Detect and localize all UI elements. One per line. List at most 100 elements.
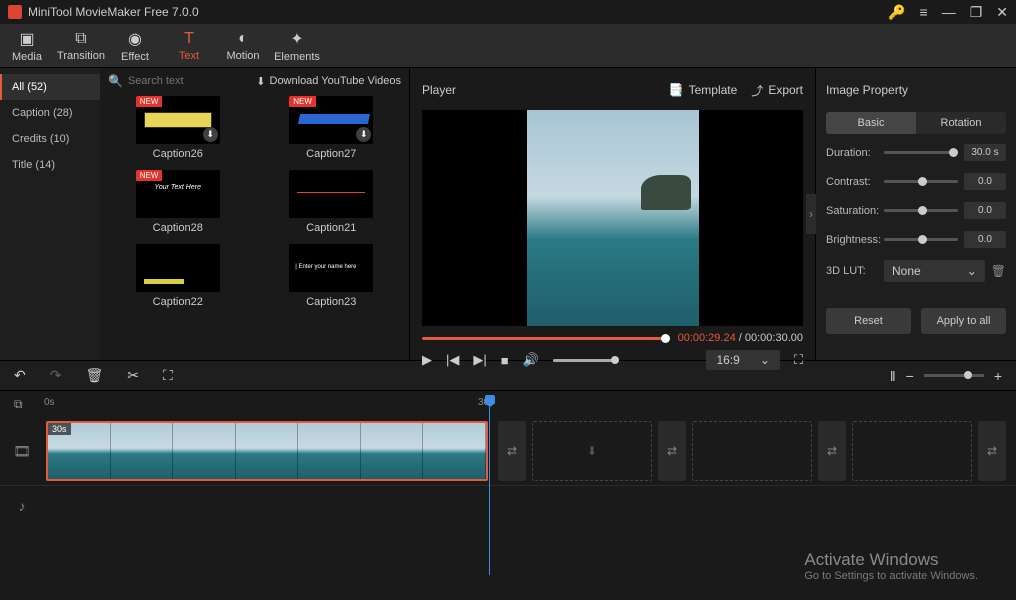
minimize-button[interactable]: — xyxy=(942,4,956,20)
delete-button[interactable]: 🗑 xyxy=(85,367,103,384)
ruler-tick-30: 30s xyxy=(478,397,494,408)
download-icon[interactable]: ⬇ xyxy=(203,127,218,142)
ruler-tick-0: 0s xyxy=(44,397,55,408)
key-icon[interactable]: 🔑 xyxy=(888,4,905,21)
chevron-down-icon: ⌄ xyxy=(967,264,977,278)
text-thumb[interactable]: Caption22 xyxy=(108,244,248,308)
tab-effect[interactable]: ◉Effect xyxy=(108,24,162,67)
main-toolbar: ▣Media ⧉Transition ◉Effect TText ◐Motion… xyxy=(0,24,1016,68)
duration-label: Duration: xyxy=(826,147,878,159)
brightness-value[interactable]: 0.0 xyxy=(964,231,1006,248)
tab-elements[interactable]: ✦Elements xyxy=(270,24,324,67)
image-property-panel: Image Property Basic Rotation Duration: … xyxy=(816,68,1016,360)
chevron-down-icon: ⌄ xyxy=(760,353,770,367)
app-title: MiniTool MovieMaker Free 7.0.0 xyxy=(28,5,888,19)
duration-slider[interactable] xyxy=(884,151,958,154)
cat-caption[interactable]: Caption (28) xyxy=(0,100,100,126)
prop-tab-basic[interactable]: Basic xyxy=(826,112,916,134)
lut-delete-icon[interactable]: 🗑 xyxy=(991,264,1006,278)
thumb-label: Caption23 xyxy=(306,296,356,308)
duration-value[interactable]: 30.0 s xyxy=(964,144,1006,161)
snap-icon[interactable]: ‖ xyxy=(890,368,896,384)
crop-button[interactable]: ⛶ xyxy=(163,367,173,384)
windows-watermark: Activate Windows Go to Settings to activ… xyxy=(804,550,978,582)
text-browser: All (52) Caption (28) Credits (10) Title… xyxy=(0,68,410,360)
saturation-label: Saturation: xyxy=(826,205,878,217)
cat-credits[interactable]: Credits (10) xyxy=(0,126,100,152)
media-drop-1[interactable]: ⬇ xyxy=(532,421,652,481)
text-thumb[interactable]: Caption23 xyxy=(262,244,402,308)
text-thumb[interactable]: NEWCaption28 xyxy=(108,170,248,234)
download-icon[interactable]: ⬇ xyxy=(356,127,371,142)
stop-button[interactable]: ■ xyxy=(501,353,509,368)
search-input-wrap[interactable]: 🔍 xyxy=(108,74,248,88)
template-button[interactable]: 📑Template xyxy=(669,82,738,99)
redo-button[interactable]: ↷ xyxy=(50,367,62,384)
saturation-value[interactable]: 0.0 xyxy=(964,202,1006,219)
saturation-slider[interactable] xyxy=(884,209,958,212)
expand-right-icon[interactable]: › xyxy=(806,194,816,234)
time-total: 00:00:30.00 xyxy=(745,332,803,344)
aspect-ratio-select[interactable]: 16:9⌄ xyxy=(706,350,779,370)
video-clip[interactable]: 30s xyxy=(46,421,488,481)
video-track[interactable]: 🎞 30s ⇄ ⬇ ⇄ ⇄ ⇄ xyxy=(0,418,1016,486)
text-thumb[interactable]: NEW⬇Caption26 xyxy=(108,96,248,160)
next-frame-button[interactable]: ▶| xyxy=(473,352,486,368)
time-current: 00:00:29.24 xyxy=(678,332,736,344)
playback-progress[interactable] xyxy=(422,337,670,340)
split-button[interactable]: ✂ xyxy=(127,367,139,384)
category-sidebar: All (52) Caption (28) Credits (10) Title… xyxy=(0,68,100,360)
brightness-slider[interactable] xyxy=(884,238,958,241)
prop-tab-rotation[interactable]: Rotation xyxy=(916,112,1006,134)
media-drop-2[interactable] xyxy=(692,421,812,481)
download-icon: ⬇ xyxy=(256,75,265,88)
video-track-icon: 🎞 xyxy=(10,443,34,460)
contrast-slider[interactable] xyxy=(884,180,958,183)
zoom-in-button[interactable]: + xyxy=(994,368,1002,384)
cat-all[interactable]: All (52) xyxy=(0,74,100,100)
text-thumb[interactable]: Caption21 xyxy=(262,170,402,234)
lut-label: 3D LUT: xyxy=(826,265,878,277)
search-input[interactable] xyxy=(128,75,228,87)
contrast-label: Contrast: xyxy=(826,176,878,188)
export-icon: ⤴ xyxy=(751,82,763,99)
zoom-out-button[interactable]: − xyxy=(906,368,914,384)
tab-motion[interactable]: ◐Motion xyxy=(216,24,270,67)
audio-track-icon: ♪ xyxy=(10,498,34,514)
thumb-label: Caption26 xyxy=(153,148,203,160)
transition-drop-2[interactable]: ⇄ xyxy=(658,421,686,481)
zoom-slider[interactable] xyxy=(924,374,984,377)
menu-icon[interactable]: ≡ xyxy=(920,4,928,20)
prev-frame-button[interactable]: |◀ xyxy=(446,352,459,368)
transition-drop-1[interactable]: ⇄ xyxy=(498,421,526,481)
transition-drop-4[interactable]: ⇄ xyxy=(978,421,1006,481)
undo-button[interactable]: ↶ xyxy=(14,367,26,384)
close-button[interactable]: ✕ xyxy=(996,4,1008,21)
cat-title[interactable]: Title (14) xyxy=(0,152,100,178)
fullscreen-button[interactable]: ⛶ xyxy=(794,352,803,368)
timeline-ruler[interactable]: ⧉ 0s 30s xyxy=(0,390,1016,418)
thumb-label: Caption27 xyxy=(306,148,356,160)
tab-media[interactable]: ▣Media xyxy=(0,24,54,67)
transition-drop-3[interactable]: ⇄ xyxy=(818,421,846,481)
contrast-value[interactable]: 0.0 xyxy=(964,173,1006,190)
tab-text[interactable]: TText xyxy=(162,24,216,67)
video-preview[interactable] xyxy=(422,110,803,326)
media-drop-3[interactable] xyxy=(852,421,972,481)
play-button[interactable]: ▶ xyxy=(422,352,432,368)
thumb-label: Caption22 xyxy=(153,296,203,308)
export-button[interactable]: ⤴Export xyxy=(751,82,803,99)
audio-track[interactable]: ♪ xyxy=(0,486,1016,526)
volume-icon[interactable]: 🔊 xyxy=(523,352,539,368)
text-thumb[interactable]: NEW⬇Caption27 xyxy=(262,96,402,160)
tab-transition[interactable]: ⧉Transition xyxy=(54,24,108,67)
download-youtube-link[interactable]: ⬇Download YouTube Videos xyxy=(256,75,401,88)
maximize-button[interactable]: ❐ xyxy=(970,4,983,21)
volume-slider[interactable] xyxy=(553,359,619,362)
track-toggle-icon[interactable]: ⧉ xyxy=(14,397,23,412)
reset-button[interactable]: Reset xyxy=(826,308,911,334)
search-icon: 🔍 xyxy=(108,74,123,88)
apply-all-button[interactable]: Apply to all xyxy=(921,308,1006,334)
props-title: Image Property xyxy=(826,76,1006,104)
lut-select[interactable]: None⌄ xyxy=(884,260,985,282)
